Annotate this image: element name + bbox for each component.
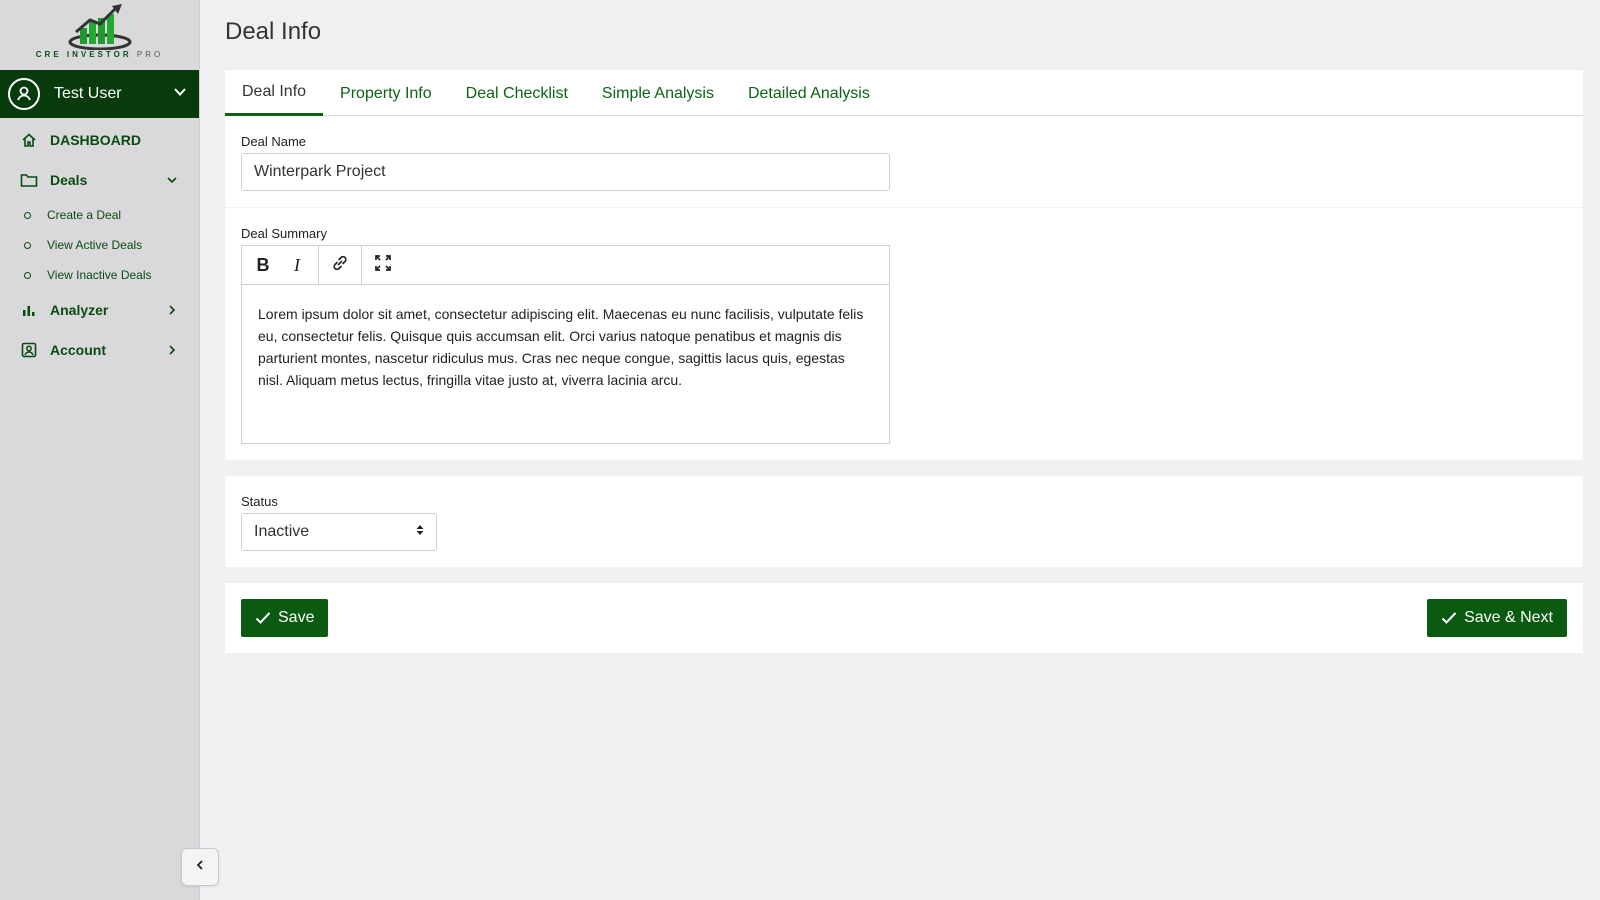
check-icon [1441,612,1457,624]
brand-name: CRE INVESTOR [35,50,132,59]
tab-property-info[interactable]: Property Info [323,72,449,116]
tab-deal-info[interactable]: Deal Info [225,70,324,116]
nav-create-deal-label: Create a Deal [47,208,122,222]
bold-button[interactable]: B [246,249,280,281]
nav-analyzer[interactable]: Analyzer [0,290,199,330]
user-avatar-icon [8,78,40,110]
brand-logo[interactable]: CRE INVESTOR PRO [0,0,199,70]
nav-deals[interactable]: Deals [0,160,199,200]
deal-summary-label: Deal Summary [241,226,327,241]
tab-deal-checklist[interactable]: Deal Checklist [449,72,585,116]
logo-chart-icon [68,4,131,50]
italic-icon: I [294,254,300,275]
save-button[interactable]: Save [241,599,329,637]
save-next-button[interactable]: Save & Next [1427,599,1567,637]
page-title: Deal Info [225,18,322,45]
status-label: Status [241,494,278,509]
account-icon [20,341,38,359]
deal-name-section: Deal Name Winterpark Project [225,116,1583,208]
brand-suffix: PRO [136,50,164,59]
bar-chart-icon [20,301,38,319]
chevron-down-icon [173,85,187,104]
chevron-left-icon [194,858,206,876]
nav-account[interactable]: Account [0,330,199,370]
nav-create-deal[interactable]: Create a Deal [0,200,199,230]
nav-deals-label: Deals [50,172,88,188]
deal-name-label: Deal Name [241,134,307,149]
user-name: Test User [54,85,122,102]
bullet-icon [24,211,31,219]
editor-toolbar: B I [242,246,889,285]
bold-icon: B [256,254,270,275]
expand-icon [374,254,392,277]
nav-dashboard-label: DASHBOARD [50,132,141,148]
tab-simple-analysis[interactable]: Simple Analysis [585,72,731,116]
fullscreen-button[interactable] [366,249,400,281]
check-icon [255,612,271,624]
chevron-down-icon [165,173,179,187]
nav-view-inactive-deals[interactable]: View Inactive Deals [0,260,199,290]
sort-arrows-icon [416,523,424,541]
sidebar: CRE INVESTOR PRO Test User DASHBOARD Dea… [0,0,200,900]
deal-summary-textarea[interactable]: Lorem ipsum dolor sit amet, consectetur … [242,285,889,443]
bullet-icon [24,271,31,279]
nav-view-active-deals-label: View Active Deals [47,238,143,252]
chevron-right-icon [165,343,179,357]
deal-summary-section: Deal Summary B I Lorem ipsum dolor sit a… [225,208,1583,460]
tab-detailed-analysis[interactable]: Detailed Analysis [731,72,887,116]
link-button[interactable] [323,249,357,281]
status-section: Status Inactive [225,476,1583,567]
nav-view-active-deals[interactable]: View Active Deals [0,230,199,260]
nav-account-label: Account [50,342,106,358]
chevron-right-icon [165,303,179,317]
link-icon [331,254,349,277]
action-bar: Save Save & Next [225,583,1583,653]
nav-dashboard[interactable]: DASHBOARD [0,120,199,160]
deal-name-input[interactable]: Winterpark Project [241,153,890,191]
tab-bar: Deal Info Property Info Deal Checklist S… [225,70,1583,116]
nav-analyzer-label: Analyzer [50,302,109,318]
folder-icon [20,171,38,189]
save-button-label: Save [278,609,315,626]
status-value: Inactive [254,523,310,540]
bullet-icon [24,241,31,249]
italic-button[interactable]: I [280,249,314,281]
user-menu[interactable]: Test User [0,70,199,118]
collapse-sidebar-button[interactable] [181,848,219,886]
main-content: Deal Info Deal Info Property Info Deal C… [225,0,1583,653]
home-icon [20,131,38,149]
status-select[interactable]: Inactive [241,513,437,551]
nav-view-inactive-deals-label: View Inactive Deals [47,268,152,282]
deal-summary-editor: B I Lorem ipsum dolor sit amet, consecte… [241,245,890,444]
save-next-button-label: Save & Next [1464,609,1553,626]
